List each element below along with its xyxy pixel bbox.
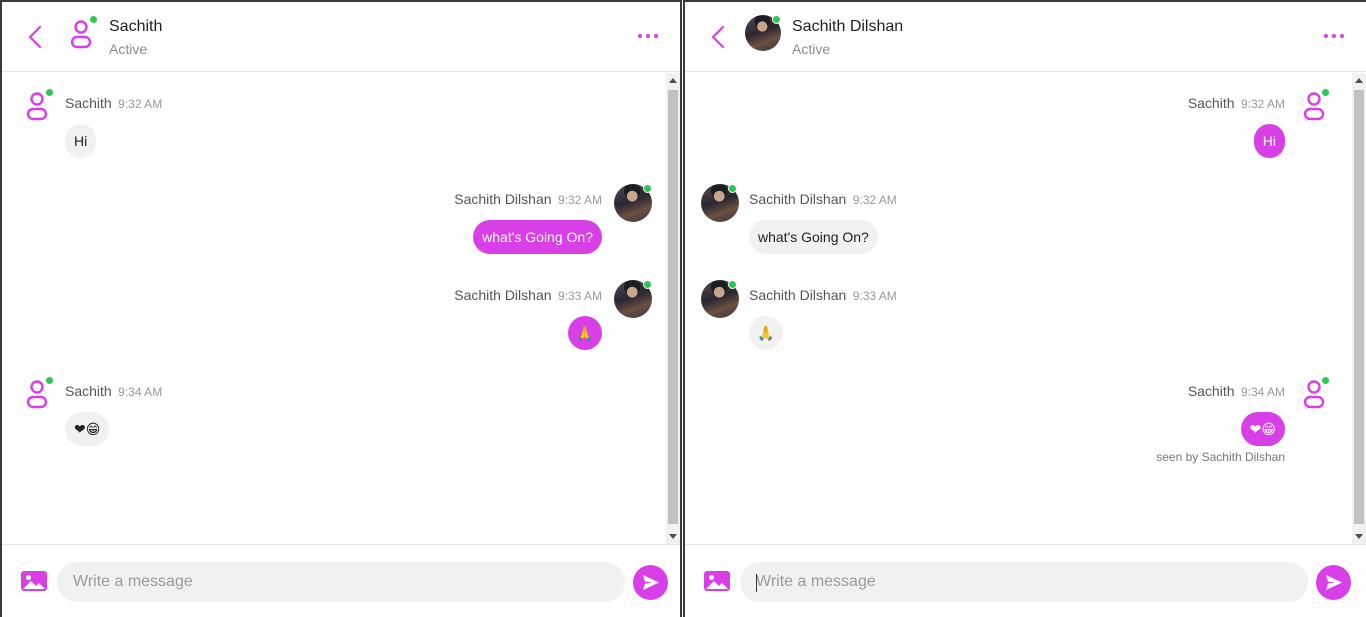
online-indicator [728, 184, 737, 193]
message-item: Sachith 9:34 AM ❤😁 seen by Sachith Dilsh… [685, 376, 1335, 466]
timestamp: 9:33 AM [557, 289, 602, 303]
online-indicator [89, 15, 98, 24]
send-icon [643, 575, 659, 590]
message-item: Sachith 9:32 AM Hi [685, 88, 1335, 158]
timestamp: 9:32 AM [118, 97, 163, 111]
timestamp: 9:32 AM [557, 193, 602, 207]
timestamp: 9:32 AM [852, 193, 897, 207]
contact-name: Sachith Dilshan [792, 18, 904, 35]
scroll-thumb[interactable] [668, 90, 678, 524]
message-item: Sachith 9:32 AM Hi [20, 88, 660, 158]
timestamp: 9:33 AM [852, 289, 897, 303]
message-bubble: ❤😁 [1240, 412, 1285, 446]
back-arrow-icon[interactable] [707, 22, 731, 52]
message-meta: Sachith 9:32 AM [1188, 95, 1285, 113]
online-indicator [728, 280, 737, 289]
sender-name: Sachith Dilshan [749, 287, 847, 303]
online-indicator [1321, 376, 1330, 385]
message-item: Sachith Dilshan 9:33 AM 🙏 [701, 280, 1341, 350]
message-meta: Sachith Dilshan 9:32 AM [749, 191, 897, 209]
scrollbar[interactable] [666, 73, 680, 544]
message-meta: Sachith Dilshan 9:33 AM [454, 287, 602, 305]
message-meta: Sachith 9:34 AM [1188, 383, 1285, 401]
avatar[interactable] [64, 15, 102, 54]
message-input[interactable] [57, 562, 625, 602]
send-button[interactable] [633, 565, 668, 600]
message-meta: Sachith 9:32 AM [65, 95, 162, 113]
message-composer [2, 544, 680, 617]
chat-header: Sachith Dilshan Active [685, 2, 1366, 72]
sender-name: Sachith Dilshan [454, 191, 552, 207]
message-meta: Sachith Dilshan 9:32 AM [454, 191, 602, 209]
message-bubble: 🙏 [568, 316, 602, 350]
message-bubble: Hi [65, 124, 97, 158]
send-button[interactable] [1316, 565, 1351, 600]
chat-window-left: Sachith Active Sachith 9:32 AM Hi Sachit… [0, 0, 682, 617]
message-bubble: Hi [1253, 124, 1285, 158]
online-indicator [45, 376, 54, 385]
message-meta: Sachith Dilshan 9:33 AM [749, 287, 897, 305]
message-item: Sachith Dilshan 9:33 AM 🙏 [2, 280, 652, 350]
message-list[interactable]: Sachith 9:32 AM Hi Sachith Dilshan 9:32 … [2, 73, 666, 544]
contact-status: Active [792, 41, 831, 57]
contact-name: Sachith [109, 18, 163, 35]
back-arrow-icon[interactable] [24, 22, 48, 52]
contact-status: Active [109, 41, 148, 57]
avatar [20, 88, 58, 126]
avatar [1297, 376, 1335, 414]
timestamp: 9:34 AM [118, 385, 163, 399]
image-icon[interactable] [20, 570, 48, 592]
avatar [1297, 88, 1335, 126]
message-bubble: ❤😁 [65, 412, 110, 446]
online-indicator [1321, 88, 1330, 97]
message-bubble: what's Going On? [749, 220, 878, 254]
more-options-icon[interactable] [1322, 30, 1346, 42]
online-indicator [643, 184, 652, 193]
sender-name: Sachith [1187, 383, 1235, 399]
sender-name: Sachith [65, 95, 112, 111]
message-input[interactable] [740, 562, 1308, 602]
chat-header: Sachith Active [2, 2, 680, 72]
sender-name: Sachith Dilshan [749, 191, 847, 207]
text-caret [756, 574, 757, 592]
seen-receipt: seen by Sachith Dilshan [1156, 450, 1285, 464]
avatar [20, 376, 58, 414]
message-item: Sachith Dilshan 9:32 AM what's Going On? [701, 184, 1341, 254]
timestamp: 9:32 AM [1240, 97, 1285, 111]
scroll-up-arrow-icon[interactable] [1355, 78, 1363, 83]
more-options-icon[interactable] [636, 30, 660, 42]
image-icon[interactable] [703, 570, 731, 592]
message-item: Sachith 9:34 AM ❤😁 [20, 376, 660, 446]
sender-name: Sachith Dilshan [454, 287, 552, 303]
scroll-up-arrow-icon[interactable] [669, 78, 677, 83]
online-indicator [772, 15, 781, 24]
sender-name: Sachith [1187, 95, 1235, 111]
timestamp: 9:34 AM [1240, 385, 1285, 399]
online-indicator [643, 280, 652, 289]
message-item: Sachith Dilshan 9:32 AM what's Going On? [2, 184, 652, 254]
online-indicator [45, 88, 54, 97]
scrollbar[interactable] [1352, 73, 1366, 544]
chat-window-right: Sachith Dilshan Active Sachith 9:32 AM H… [683, 0, 1366, 617]
message-composer [685, 544, 1366, 617]
message-bubble: 🙏 [749, 316, 783, 350]
scroll-down-arrow-icon[interactable] [1355, 534, 1363, 539]
send-icon [1326, 575, 1342, 590]
message-bubble: what's Going On? [473, 220, 602, 254]
scroll-down-arrow-icon[interactable] [669, 534, 677, 539]
message-meta: Sachith 9:34 AM [65, 383, 162, 401]
sender-name: Sachith [65, 383, 112, 399]
scroll-thumb[interactable] [1354, 90, 1364, 524]
message-list[interactable]: Sachith 9:32 AM Hi Sachith Dilshan 9:32 … [685, 73, 1352, 544]
